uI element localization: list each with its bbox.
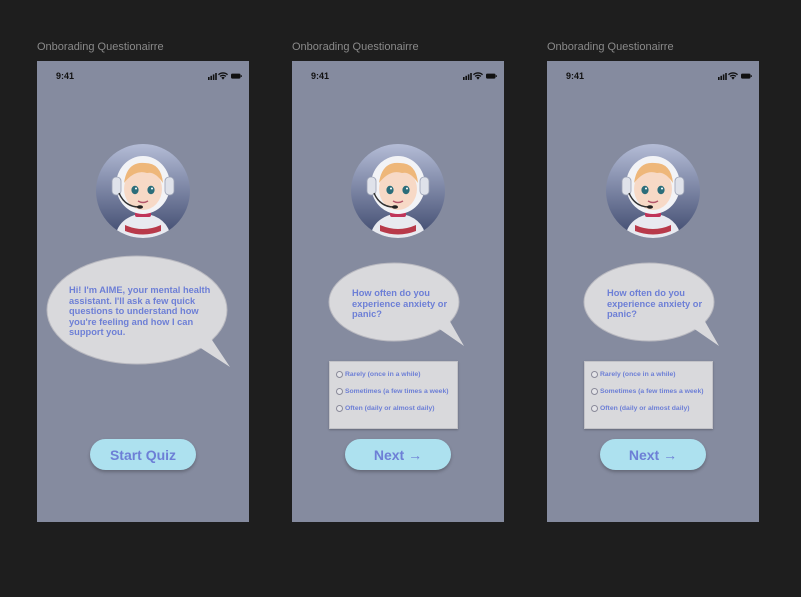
option-label: Rarely (once in a while): [600, 371, 676, 378]
radio-circle-icon[interactable]: [336, 371, 343, 378]
robot-avatar: [606, 144, 700, 238]
signal-bars-icon: [463, 73, 472, 80]
bubble-question: How often do you experience anxiety or p…: [607, 288, 703, 320]
option-sometimes[interactable]: Sometimes (a few times a week): [591, 388, 704, 395]
battery-icon: [231, 73, 242, 79]
radio-circle-icon[interactable]: [336, 388, 343, 395]
answer-options: Rarely (once in a while) Sometimes (a fe…: [329, 361, 458, 429]
frame-label: Onborading Questionairre: [292, 41, 419, 53]
status-time: 9:41: [566, 71, 585, 81]
status-icons: [463, 72, 497, 80]
answer-options: Rarely (once in a while) Sometimes (a fe…: [584, 361, 713, 429]
phone-frame-intro: 9:41 Hi! I'm AIME, your mental health as…: [37, 61, 249, 522]
option-label: Often (daily or almost daily): [345, 405, 435, 412]
bubble-question: How often do you experience anxiety or p…: [352, 288, 448, 320]
radio-circle-icon[interactable]: [591, 371, 598, 378]
battery-icon: [486, 73, 497, 79]
option-label: Sometimes (a few times a week): [600, 388, 704, 395]
status-time: 9:41: [56, 71, 75, 81]
next-button[interactable]: Next →: [345, 439, 451, 470]
start-quiz-button[interactable]: Start Quiz: [90, 439, 196, 470]
option-rarely[interactable]: Rarely (once in a while): [591, 371, 676, 378]
radio-circle-icon[interactable]: [591, 388, 598, 395]
option-sometimes[interactable]: Sometimes (a few times a week): [336, 388, 449, 395]
signal-bars-icon: [208, 73, 217, 80]
signal-bars-icon: [718, 73, 727, 80]
option-rarely[interactable]: Rarely (once in a while): [336, 371, 421, 378]
phone-frame-question: 9:41 How often do you experience anxiety…: [547, 61, 759, 522]
phone-frame-question: 9:41 How often do you experience anxiety…: [292, 61, 504, 522]
bubble-message: Hi! I'm AIME, your mental health assista…: [69, 285, 211, 338]
status-icons: [208, 72, 242, 80]
option-label: Rarely (once in a while): [345, 371, 421, 378]
option-often[interactable]: Often (daily or almost daily): [591, 405, 690, 412]
option-often[interactable]: Often (daily or almost daily): [336, 405, 435, 412]
battery-icon: [741, 73, 752, 79]
next-button[interactable]: Next →: [600, 439, 706, 470]
wifi-icon: [218, 72, 228, 80]
option-label: Sometimes (a few times a week): [345, 388, 449, 395]
robot-avatar: [96, 144, 190, 238]
radio-circle-icon[interactable]: [336, 405, 343, 412]
status-time: 9:41: [311, 71, 330, 81]
wifi-icon: [473, 72, 483, 80]
robot-avatar: [351, 144, 445, 238]
frame-label: Onborading Questionairre: [547, 41, 674, 53]
status-icons: [718, 72, 752, 80]
radio-circle-icon[interactable]: [591, 405, 598, 412]
frame-label: Onborading Questionairre: [37, 41, 164, 53]
option-label: Often (daily or almost daily): [600, 405, 690, 412]
wifi-icon: [728, 72, 738, 80]
